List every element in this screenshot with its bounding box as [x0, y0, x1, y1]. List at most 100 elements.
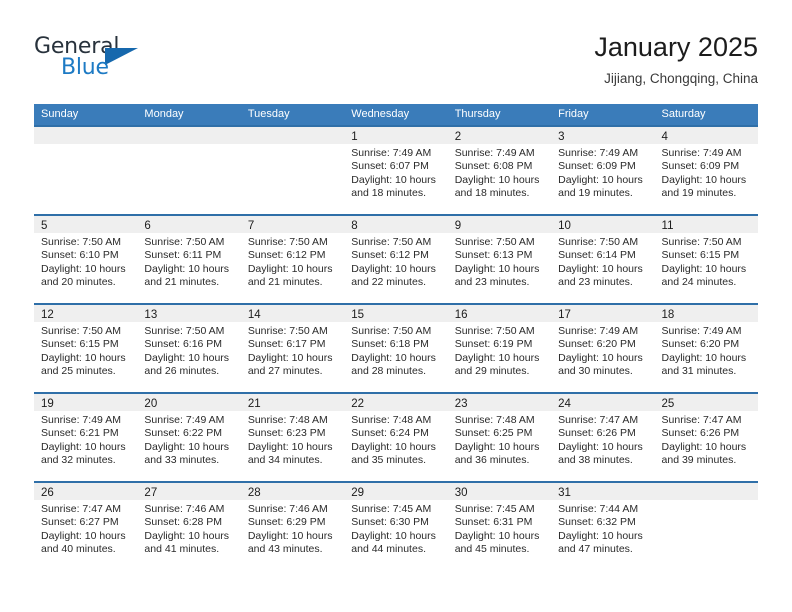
- day-cell[interactable]: 2 Sunrise: 7:49 AM Sunset: 6:08 PM Daylight…: [447, 125, 552, 214]
- sunset-text: Sunset: 6:08 PM: [454, 160, 533, 173]
- day-details: Sunrise: 7:50 AM Sunset: 6:17 PM Daylight:…: [241, 322, 344, 379]
- day-number-band: 19: [34, 394, 138, 411]
- day-cell[interactable]: 11 Sunrise: 7:50 AM Sunset: 6:15 PM Dayligh…: [654, 214, 758, 303]
- day-cell[interactable]: 3 Sunrise: 7:49 AM Sunset: 6:09 PM Daylight…: [551, 125, 655, 214]
- day-number-band: 26: [34, 483, 138, 500]
- day-cell[interactable]: 9 Sunrise: 7:50 AM Sunset: 6:13 PM Daylight…: [447, 214, 552, 303]
- day-cell[interactable]: 20 Sunrise: 7:49 AM Sunset: 6:22 PM Dayligh…: [137, 392, 241, 481]
- day-number-band: 3: [551, 127, 655, 144]
- daylight-text-line2: and 32 minutes.: [41, 454, 116, 467]
- day-number-band: 13: [137, 305, 241, 322]
- day-cell[interactable]: 19 Sunrise: 7:49 AM Sunset: 6:21 PM Dayligh…: [34, 392, 138, 481]
- day-cell[interactable]: 29 Sunrise: 7:45 AM Sunset: 6:30 PM Dayligh…: [344, 481, 448, 570]
- day-details: Sunrise: 7:47 AM Sunset: 6:27 PM Daylight:…: [34, 500, 137, 557]
- daylight-text-line1: Daylight: 10 hours: [558, 351, 643, 364]
- day-number: 20: [144, 398, 158, 410]
- day-cell[interactable]: 16 Sunrise: 7:50 AM Sunset: 6:19 PM Dayligh…: [447, 303, 552, 392]
- sunrise-text: Sunrise: 7:49 AM: [351, 147, 432, 159]
- day-cell[interactable]: 8 Sunrise: 7:50 AM Sunset: 6:12 PM Daylight…: [344, 214, 448, 303]
- daylight-text-line1: Daylight: 10 hours: [454, 529, 540, 542]
- day-cell[interactable]: 7 Sunrise: 7:50 AM Sunset: 6:12 PM Daylight…: [240, 214, 345, 303]
- daylight-text-line1: Daylight: 10 hours: [558, 173, 643, 186]
- day-cell[interactable]: 6 Sunrise: 7:50 AM Sunset: 6:11 PM Daylight…: [137, 214, 241, 303]
- day-number-band: 11: [654, 216, 758, 233]
- daylight-text-line1: Daylight: 10 hours: [144, 529, 230, 542]
- day-cell[interactable]: 25 Sunrise: 7:47 AM Sunset: 6:26 PM Dayligh…: [654, 392, 758, 481]
- daylight-text-line2: and 20 minutes.: [41, 276, 116, 289]
- brand-name-blue: Blue: [61, 55, 109, 80]
- daylight-text-line1: Daylight: 10 hours: [558, 529, 643, 542]
- day-cell[interactable]: 31 Sunrise: 7:44 AM Sunset: 6:32 PM Dayligh…: [551, 481, 655, 570]
- sunset-text: Sunset: 6:31 PM: [454, 516, 533, 529]
- day-cell[interactable]: 21 Sunrise: 7:48 AM Sunset: 6:23 PM Dayligh…: [240, 392, 345, 481]
- day-cell[interactable]: 15 Sunrise: 7:50 AM Sunset: 6:18 PM Dayligh…: [344, 303, 448, 392]
- sunset-text: Sunset: 6:25 PM: [454, 427, 533, 440]
- sunrise-text: Sunrise: 7:50 AM: [454, 236, 535, 248]
- day-number-band: 28: [240, 483, 345, 500]
- daylight-text-line2: and 36 minutes.: [454, 454, 530, 467]
- calendar-grid: Sunday Monday Tuesday Wednesday Thursday Frid…: [34, 104, 758, 570]
- sunset-text: Sunset: 6:13 PM: [454, 249, 533, 262]
- daylight-text-line2: and 26 minutes.: [144, 365, 220, 378]
- day-cell[interactable]: 14 Sunrise: 7:50 AM Sunset: 6:17 PM Dayligh…: [240, 303, 345, 392]
- day-number-band: 15: [344, 305, 448, 322]
- sunrise-text: Sunrise: 7:50 AM: [41, 325, 121, 337]
- sunset-text: Sunset: 6:27 PM: [41, 516, 119, 529]
- sunset-text: Sunset: 6:17 PM: [247, 338, 326, 351]
- sunrise-text: Sunrise: 7:50 AM: [454, 325, 535, 337]
- daylight-text-line1: Daylight: 10 hours: [247, 440, 333, 453]
- sunset-text: Sunset: 6:29 PM: [247, 516, 326, 529]
- daylight-text-line2: and 28 minutes.: [351, 365, 426, 378]
- day-cell[interactable]: 1 Sunrise: 7:49 AM Sunset: 6:07 PM Daylight…: [344, 125, 448, 214]
- daylight-text-line1: Daylight: 10 hours: [454, 440, 540, 453]
- daylight-text-line2: and 30 minutes.: [558, 365, 633, 378]
- daylight-text-line1: Daylight: 10 hours: [144, 351, 230, 364]
- day-details: Sunrise: 7:49 AM Sunset: 6:07 PM Daylight:…: [344, 144, 447, 201]
- day-cell[interactable]: 30 Sunrise: 7:45 AM Sunset: 6:31 PM Dayligh…: [447, 481, 552, 570]
- day-number: 14: [247, 309, 261, 321]
- day-number-band: 5: [34, 216, 138, 233]
- calendar-page: General Blue January 2025 Jijiang, Chong…: [0, 0, 792, 612]
- day-number-band: 24: [551, 394, 655, 411]
- day-details: Sunrise: 7:44 AM Sunset: 6:32 PM Daylight:…: [551, 500, 654, 557]
- day-cell[interactable]: 4 Sunrise: 7:49 AM Sunset: 6:09 PM Daylight…: [654, 125, 758, 214]
- daylight-text-line1: Daylight: 10 hours: [247, 351, 333, 364]
- day-cell[interactable]: 27 Sunrise: 7:46 AM Sunset: 6:28 PM Dayligh…: [137, 481, 241, 570]
- day-number: 2: [454, 131, 462, 143]
- daylight-text-line1: Daylight: 10 hours: [351, 173, 436, 186]
- day-number: 1: [351, 131, 358, 143]
- daylight-text-line2: and 40 minutes.: [41, 543, 116, 556]
- day-number: [137, 131, 144, 143]
- title-block: January 2025 Jijiang, Chongqing, China: [594, 30, 758, 87]
- day-number: [241, 131, 248, 143]
- sunrise-text: Sunrise: 7:48 AM: [351, 414, 432, 426]
- day-cell[interactable]: 17 Sunrise: 7:49 AM Sunset: 6:20 PM Dayligh…: [551, 303, 655, 392]
- day-cell[interactable]: 12 Sunrise: 7:50 AM Sunset: 6:15 PM Dayligh…: [34, 303, 138, 392]
- sunrise-text: Sunrise: 7:50 AM: [247, 325, 328, 337]
- daylight-text-line1: Daylight: 10 hours: [351, 440, 436, 453]
- sunrise-text: Sunrise: 7:46 AM: [247, 503, 328, 515]
- day-cell[interactable]: 28 Sunrise: 7:46 AM Sunset: 6:29 PM Dayligh…: [240, 481, 345, 570]
- sunset-text: Sunset: 6:15 PM: [41, 338, 119, 351]
- daylight-text-line2: and 21 minutes.: [247, 276, 323, 289]
- calendar-week-row: 12 Sunrise: 7:50 AM Sunset: 6:15 PM Dayligh…: [34, 303, 758, 392]
- day-details: Sunrise: 7:45 AM Sunset: 6:30 PM Daylight:…: [344, 500, 447, 557]
- day-cell[interactable]: 22 Sunrise: 7:48 AM Sunset: 6:24 PM Dayligh…: [344, 392, 448, 481]
- day-cell[interactable]: 5 Sunrise: 7:50 AM Sunset: 6:10 PM Daylight…: [34, 214, 138, 303]
- sunset-text: Sunset: 6:26 PM: [558, 427, 636, 440]
- day-cell[interactable]: 24 Sunrise: 7:47 AM Sunset: 6:26 PM Dayligh…: [551, 392, 655, 481]
- day-cell[interactable]: 26 Sunrise: 7:47 AM Sunset: 6:27 PM Dayligh…: [34, 481, 138, 570]
- day-cell[interactable]: 13 Sunrise: 7:50 AM Sunset: 6:16 PM Dayligh…: [137, 303, 241, 392]
- day-cell[interactable]: 10 Sunrise: 7:50 AM Sunset: 6:14 PM Dayligh…: [551, 214, 655, 303]
- sunset-text: Sunset: 6:14 PM: [558, 249, 636, 262]
- day-cell[interactable]: 18 Sunrise: 7:49 AM Sunset: 6:20 PM Dayligh…: [654, 303, 758, 392]
- sunset-text: Sunset: 6:09 PM: [661, 160, 740, 173]
- general-blue-logo[interactable]: General Blue: [34, 34, 254, 90]
- day-number-band: 9: [447, 216, 552, 233]
- sunrise-text: Sunrise: 7:47 AM: [558, 414, 639, 426]
- day-cell[interactable]: 23 Sunrise: 7:48 AM Sunset: 6:25 PM Dayligh…: [447, 392, 552, 481]
- sunrise-text: Sunrise: 7:49 AM: [41, 414, 121, 426]
- sunset-text: Sunset: 6:09 PM: [558, 160, 636, 173]
- daylight-text-line1: Daylight: 10 hours: [661, 351, 747, 364]
- sunrise-text: Sunrise: 7:45 AM: [454, 503, 535, 515]
